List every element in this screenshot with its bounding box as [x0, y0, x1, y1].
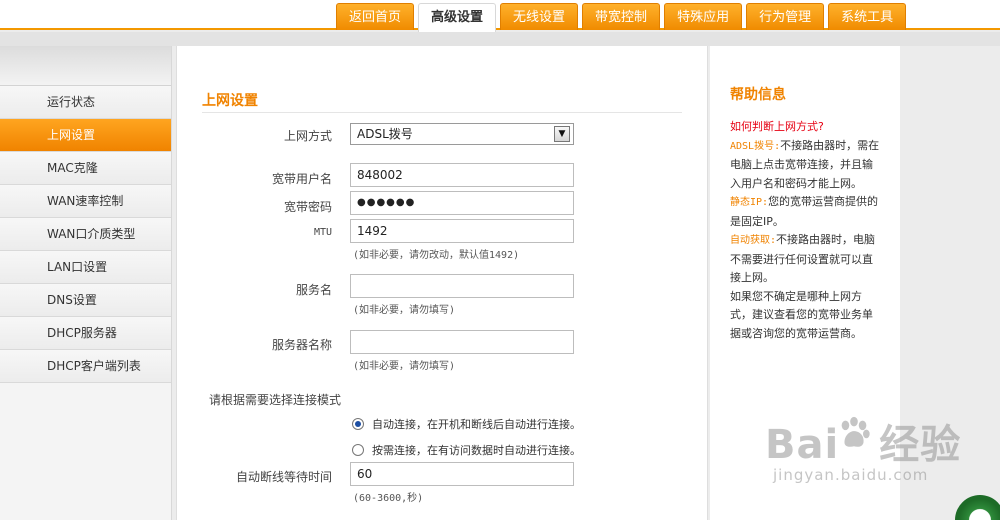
tab-wireless-settings[interactable]: 无线设置	[500, 3, 579, 30]
tab-special-apps[interactable]: 特殊应用	[664, 3, 743, 30]
connection-type-label: 上网方式	[283, 129, 332, 143]
sidebar-item-wan-rate-control[interactable]: WAN速率控制	[0, 185, 171, 218]
tab-behavior-management[interactable]: 行为管理	[746, 3, 825, 30]
help-body: 如何判断上网方式? ADSL拨号:不接路由器时，需在电脑上点击宽带连接，并且输入…	[730, 118, 880, 343]
service-name-hint: (如非必要，请勿填写)	[353, 305, 456, 316]
connection-type-value: ADSL拨号	[357, 127, 413, 141]
tab-home[interactable]: 返回首页	[336, 3, 415, 30]
mode-demand-option[interactable]: 按需连接，在有访问数据时自动进行连接。	[352, 442, 581, 458]
server-name-label: 服务器名称	[271, 338, 332, 352]
section-title: 上网设置	[202, 93, 258, 109]
username-input[interactable]: 848002	[350, 163, 574, 187]
watermark-brand-suffix: 经验	[879, 422, 962, 468]
top-navigation-bar: 返回首页 高级设置 无线设置 带宽控制 特殊应用 行为管理 系统工具	[0, 0, 1000, 32]
dropdown-arrow-icon[interactable]: ▼	[554, 126, 570, 142]
mode-auto-radio[interactable]	[352, 418, 364, 430]
sidebar-item-dns-settings[interactable]: DNS设置	[0, 284, 171, 317]
help-title: 帮助信息	[730, 87, 786, 103]
tab-bandwidth-control[interactable]: 带宽控制	[582, 3, 661, 30]
sidebar-item-dhcp-client-list[interactable]: DHCP客户端列表	[0, 350, 171, 383]
header-divider	[0, 32, 1000, 46]
server-name-input[interactable]	[350, 330, 574, 354]
sidebar-item-status[interactable]: 运行状态	[0, 86, 171, 119]
baidu-jingyan-watermark: Bai 经验 jingyan.baidu.com	[765, 412, 961, 484]
mtu-hint: (如非必要，请勿改动，默认值1492)	[353, 250, 520, 261]
paw-icon	[841, 416, 870, 447]
help-static: 静态IP:您的宽带运营商提供的是固定IP。	[730, 193, 880, 231]
sidebar-item-dhcp-server[interactable]: DHCP服务器	[0, 317, 171, 350]
help-question: 如何判断上网方式?	[730, 120, 824, 133]
mode-demand-label: 按需连接，在有访问数据时自动进行连接。	[372, 444, 581, 457]
help-adsl-key: ADSL拨号:	[730, 140, 781, 152]
idle-time-hint: (60-3600,秒)	[353, 493, 424, 504]
idle-time-input[interactable]: 60	[350, 462, 574, 486]
tab-system-tools[interactable]: 系统工具	[828, 3, 907, 30]
connection-type-select[interactable]: ADSL拨号 ▼	[350, 123, 574, 145]
section-divider	[202, 112, 682, 113]
help-unsure: 如果您不确定是哪种上网方式，建议查看您的宽带业务单据或咨询您的宽带运营商。	[730, 289, 873, 340]
help-dhcp: 自动获取:不接路由器时，电脑不需要进行任何设置就可以直接上网。	[730, 231, 880, 288]
sidebar-header	[0, 46, 171, 86]
mode-auto-label: 自动连接，在开机和断线后自动进行连接。	[372, 418, 581, 431]
sidebar: 运行状态 上网设置 MAC克隆 WAN速率控制 WAN口介质类型 LAN口设置 …	[0, 46, 172, 520]
sidebar-item-wan-media-type[interactable]: WAN口介质类型	[0, 218, 171, 251]
idle-time-label: 自动断线等待时间	[235, 470, 332, 484]
password-label: 宽带密码	[283, 200, 332, 214]
help-dhcp-key: 自动获取:	[730, 235, 777, 246]
tab-advanced-settings[interactable]: 高级设置	[418, 3, 497, 32]
server-name-hint: (如非必要，请勿填写)	[353, 361, 456, 372]
help-static-key: 静态IP:	[730, 197, 769, 208]
connection-mode-label: 请根据需要选择连接模式	[209, 393, 342, 407]
mode-auto-option[interactable]: 自动连接，在开机和断线后自动进行连接。	[352, 416, 581, 432]
mtu-label: MTU	[313, 227, 332, 238]
mode-demand-radio[interactable]	[352, 444, 364, 456]
username-label: 宽带用户名	[271, 172, 332, 186]
settings-panel: 上网设置 上网方式 ADSL拨号 ▼ 宽带用户名 848002 宽带密码 ●●●…	[176, 46, 708, 520]
help-adsl: ADSL拨号:不接路由器时，需在电脑上点击宽带连接，并且输入用户名和密码才能上网…	[730, 137, 880, 194]
main-tabs: 返回首页 高级设置 无线设置 带宽控制 特殊应用 行为管理 系统工具	[336, 3, 910, 32]
sidebar-item-internet-settings[interactable]: 上网设置	[0, 119, 171, 152]
service-name-input[interactable]	[350, 274, 574, 298]
password-input[interactable]: ●●●●●●	[350, 191, 574, 215]
service-name-label: 服务名	[295, 283, 332, 297]
sidebar-item-mac-clone[interactable]: MAC克隆	[0, 152, 171, 185]
sidebar-item-lan-settings[interactable]: LAN口设置	[0, 251, 171, 284]
mtu-input[interactable]: 1492	[350, 219, 574, 243]
watermark-brand-text: Bai	[765, 422, 840, 468]
